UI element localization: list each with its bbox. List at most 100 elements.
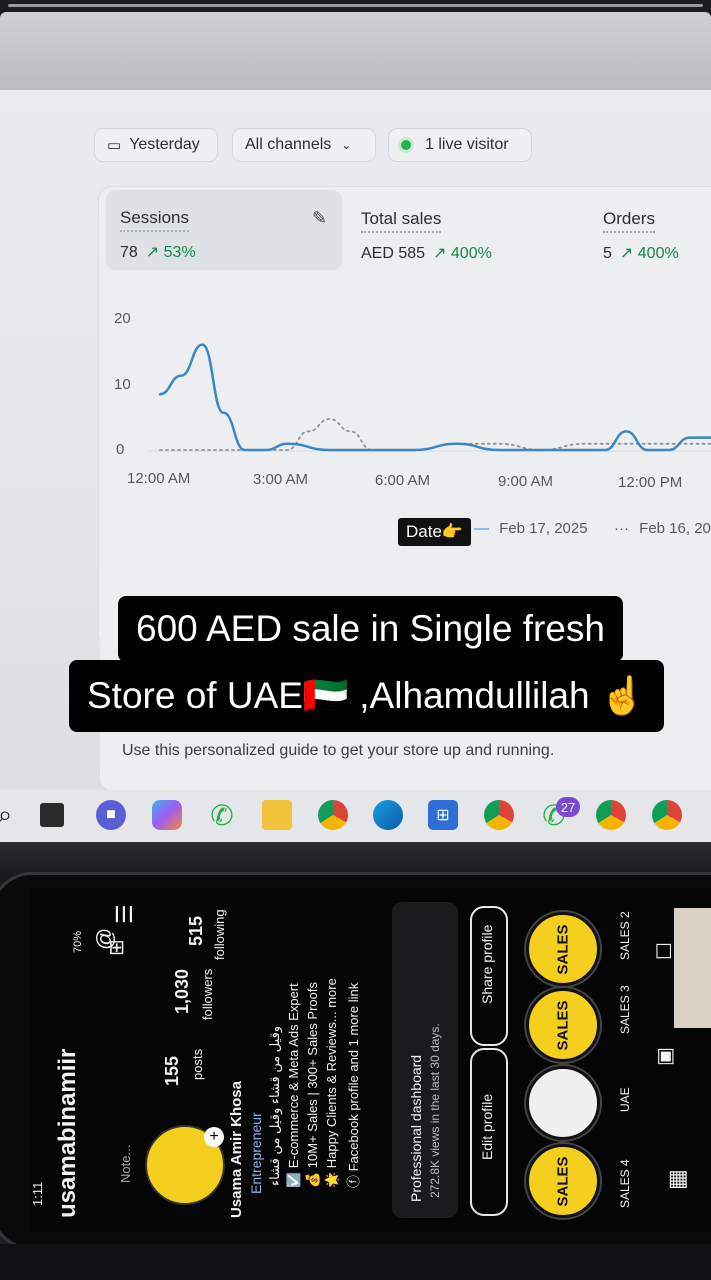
highlight-label: SALES 2 bbox=[618, 911, 632, 960]
x-tick-label: 9:00 AM bbox=[498, 473, 554, 490]
highlight-label: SALES 3 bbox=[618, 985, 632, 1034]
phone-screen: 1:11 70% usamabinamiir @ ⊞ ☰ + Note... 1… bbox=[30, 888, 711, 1232]
edge-icon[interactable] bbox=[373, 800, 403, 830]
sessions-change: ↗ 53% bbox=[145, 244, 196, 261]
live-status-dot bbox=[401, 140, 411, 150]
edit-pencil-icon[interactable]: ✎ bbox=[312, 208, 327, 229]
legend-label-2: Feb 16, 20 bbox=[639, 520, 711, 537]
story-progress-bar bbox=[8, 4, 703, 7]
metric-value-orders: 5 ↗ 400% bbox=[603, 243, 679, 263]
add-story-icon[interactable]: + bbox=[204, 1127, 224, 1147]
highlight-badge: SALES bbox=[554, 1155, 572, 1207]
highlight-badge: SALES bbox=[554, 923, 572, 975]
y-tick-label: 20 bbox=[114, 310, 131, 327]
date-sticker-text: Date👉 bbox=[406, 522, 464, 541]
phone-time: 1:11 bbox=[30, 1181, 45, 1206]
y-tick-label: 10 bbox=[114, 376, 131, 393]
metric-value-sessions: 78 ↗ 53% bbox=[120, 242, 196, 262]
highlight-uae[interactable] bbox=[526, 1066, 600, 1140]
total-sales-value: AED 585 bbox=[361, 245, 426, 262]
calendar-icon: ▭ bbox=[107, 137, 122, 154]
legend-solid-marker: — bbox=[474, 520, 489, 537]
legend-series-1: — Feb 17, 2025 bbox=[474, 520, 588, 537]
bio-link[interactable]: ⓕ Facebook profile and 1 more link bbox=[343, 983, 362, 1188]
total-sales-change-text: 400% bbox=[450, 245, 492, 262]
posts-count[interactable]: 155 bbox=[162, 1056, 183, 1086]
edit-profile-label: Edit profile bbox=[479, 1093, 495, 1160]
sessions-change-text: 53% bbox=[163, 244, 196, 261]
total-sales-change: ↗ 400% bbox=[433, 245, 492, 262]
bio-line: 💰 10M+ Sales | 300+ Sales Proofs bbox=[305, 981, 320, 1188]
metric-title-sessions: Sessions bbox=[120, 208, 189, 232]
following-count[interactable]: 515 bbox=[186, 916, 207, 946]
bio-line: ☑️ E-commerce & Meta Ads Expert bbox=[286, 983, 301, 1188]
metric-title-total-sales[interactable]: Total sales bbox=[361, 209, 442, 233]
following-label: following bbox=[212, 909, 227, 960]
note-bubble[interactable]: Note... bbox=[118, 1145, 133, 1183]
sessions-value: 78 bbox=[120, 244, 138, 261]
date-range-picker[interactable]: ▭ Yesterday bbox=[94, 128, 218, 162]
channel-label: All channels bbox=[245, 136, 332, 153]
story-caption-line-2: Store of UAE🇦🇪 ,Alhamdullilah ☝️ bbox=[69, 660, 664, 732]
setup-guide-text: Use this personalized guide to get your … bbox=[122, 742, 555, 759]
profile-category: Entrepreneur bbox=[248, 1112, 264, 1194]
orders-change: ↗ 400% bbox=[619, 245, 679, 262]
monitor-bezel bbox=[0, 12, 711, 90]
chevron-down-icon: ⌄ bbox=[341, 138, 352, 152]
whatsapp-icon[interactable]: ✆ bbox=[207, 800, 237, 831]
y-tick-label: 0 bbox=[116, 441, 125, 458]
followers-label: followers bbox=[200, 968, 215, 1020]
posts-label: posts bbox=[190, 1048, 205, 1080]
x-tick-label: 12:00 AM bbox=[127, 470, 191, 487]
series-line-feb-16 bbox=[159, 418, 711, 451]
x-tick-label: 12:00 PM bbox=[618, 474, 683, 491]
channel-dropdown[interactable]: All channels ⌄ bbox=[232, 128, 376, 162]
series-line-feb-17 bbox=[158, 343, 711, 452]
reels-icon[interactable]: ▣ bbox=[652, 1047, 677, 1066]
store-icon[interactable]: ⊞ bbox=[428, 800, 458, 830]
followers-count[interactable]: 1,030 bbox=[172, 969, 193, 1014]
chrome-icon[interactable] bbox=[652, 800, 682, 830]
highlight-sales-4[interactable]: SALES bbox=[526, 1144, 600, 1218]
story-caption-line-1: 600 AED sale in Single fresh bbox=[118, 596, 623, 662]
desk-surface bbox=[0, 1244, 711, 1280]
caption-text-2: Store of UAE🇦🇪 ,Alhamdullilah ☝️ bbox=[87, 674, 646, 716]
highlight-sales-2[interactable]: SALES bbox=[526, 912, 600, 986]
task-view-icon[interactable] bbox=[40, 803, 64, 827]
create-icon[interactable]: ⊞ bbox=[104, 939, 129, 956]
caption-text-1: 600 AED sale in Single fresh bbox=[136, 608, 605, 649]
metric-title-orders[interactable]: Orders bbox=[603, 209, 655, 233]
metric-value-total-sales: AED 585 ↗ 400% bbox=[361, 243, 492, 263]
orders-value: 5 bbox=[603, 245, 612, 262]
chrome-icon[interactable] bbox=[484, 800, 514, 830]
legend-series-2: ··· Feb 16, 20 bbox=[614, 520, 711, 537]
share-profile-label: Share profile bbox=[479, 924, 495, 1004]
legend-dotted-marker: ··· bbox=[614, 520, 629, 537]
menu-icon[interactable]: ☰ bbox=[112, 904, 138, 924]
sessions-line-chart bbox=[150, 343, 711, 452]
grid-icon[interactable]: ▦ bbox=[664, 1169, 690, 1190]
teams-meet-icon[interactable]: ■ bbox=[96, 800, 126, 830]
notification-badge: 27 bbox=[556, 797, 580, 817]
search-icon[interactable]: ⌕ bbox=[0, 799, 20, 830]
highlight-badge: SALES bbox=[554, 999, 572, 1051]
dashboard-title: Professional dashboard bbox=[408, 1054, 424, 1202]
bio-line: وقیل من قشاء وقیل من قشاء bbox=[267, 1025, 282, 1186]
orders-change-text: 400% bbox=[637, 245, 679, 262]
highlight-label: UAE bbox=[618, 1087, 632, 1112]
x-tick-label: 3:00 AM bbox=[253, 471, 309, 488]
date-sticker: Date👉 bbox=[398, 518, 472, 546]
x-tick-label: 6:00 AM bbox=[375, 472, 431, 489]
profile-name: Usama Amir Khosa bbox=[228, 1081, 245, 1218]
highlight-sales-3[interactable]: SALES bbox=[526, 988, 600, 1062]
chrome-icon[interactable] bbox=[318, 800, 348, 830]
date-range-label: Yesterday bbox=[129, 136, 200, 153]
copilot-icon[interactable] bbox=[152, 800, 182, 830]
live-visitor-button[interactable]: 1 live visitor bbox=[388, 128, 532, 162]
post-thumbnail[interactable] bbox=[674, 908, 711, 1028]
professional-dashboard[interactable] bbox=[392, 902, 458, 1218]
chrome-icon[interactable] bbox=[596, 800, 626, 830]
profile-username[interactable]: usamabinamiir bbox=[54, 1049, 82, 1218]
file-explorer-icon[interactable] bbox=[262, 800, 292, 830]
legend-label-1: Feb 17, 2025 bbox=[499, 520, 588, 537]
